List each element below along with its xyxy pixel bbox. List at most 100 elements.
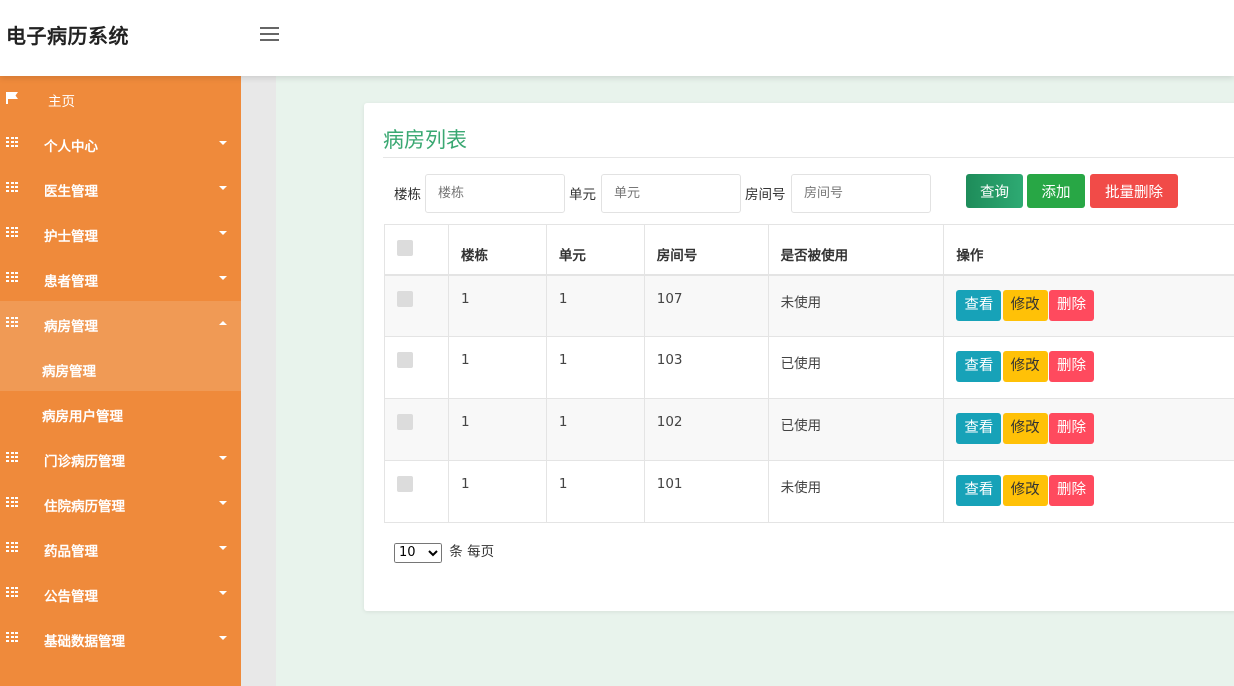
sidebar-item-inpatient-records[interactable]: 住院病历管理 [0, 481, 241, 526]
column-header: 是否被使用 [767, 224, 945, 276]
edit-button[interactable]: 修改 [1002, 475, 1048, 506]
view-button[interactable]: 查看 [956, 413, 1002, 444]
grid-icon [6, 317, 18, 327]
grid-icon [6, 137, 18, 147]
status-cell: 已使用 [767, 398, 945, 461]
page-title: 病房列表 [383, 128, 467, 152]
actions-cell: 查看 修改 删除 [943, 460, 1234, 523]
edit-button[interactable]: 修改 [1002, 413, 1048, 444]
page-size-select[interactable]: 10 [394, 542, 442, 563]
app-title: 电子病历系统 [6, 24, 129, 48]
sidebar-item-home[interactable]: 主页 [0, 76, 241, 121]
sidebar-gutter [241, 76, 276, 686]
sidebar-item-base-data[interactable]: 基础数据管理 [0, 616, 241, 661]
sidebar-subitem-label: 病房用户管理 [42, 409, 123, 425]
query-button[interactable]: 查询 [966, 174, 1023, 208]
sidebar-item-medicines[interactable]: 药品管理 [0, 526, 241, 571]
status-cell: 未使用 [767, 274, 945, 337]
table-row: 1 1 102 已使用 查看 修改 删除 [384, 398, 1234, 461]
row-checkbox[interactable] [397, 476, 413, 492]
sidebar-item-label: 医生管理 [44, 184, 98, 200]
sidebar-item-wards[interactable]: 病房管理 [0, 301, 241, 346]
table-row: 1 1 101 未使用 查看 修改 删除 [384, 460, 1234, 523]
column-header: 单元 [545, 224, 645, 276]
flag-icon [6, 92, 19, 104]
unit-cell: 1 [545, 274, 645, 337]
ward-list-card: 病房列表 楼栋 单元 房间号 查询 添加 批量删除 楼栋 单元 房间号 是否被使… [364, 103, 1234, 611]
unit-input[interactable] [601, 174, 741, 213]
sidebar-item-personal-center[interactable]: 个人中心 [0, 121, 241, 166]
title-divider [383, 157, 1234, 158]
sidebar-item-label: 个人中心 [44, 139, 98, 155]
unit-cell: 1 [545, 398, 645, 461]
actions-cell: 查看 修改 删除 [943, 336, 1234, 399]
sidebar-subitem-ward-management[interactable]: 病房管理 [0, 346, 241, 391]
status-cell: 已使用 [767, 336, 945, 399]
select-all-cell [384, 224, 449, 276]
unit-filter-label: 单元 [569, 187, 596, 203]
caret-down-icon [219, 546, 227, 550]
room-input[interactable] [791, 174, 931, 213]
sidebar-item-outpatient-records[interactable]: 门诊病历管理 [0, 436, 241, 481]
caret-down-icon [219, 456, 227, 460]
unit-cell: 1 [545, 336, 645, 399]
sidebar-item-label: 住院病历管理 [44, 499, 125, 515]
ward-table: 楼栋 单元 房间号 是否被使用 操作 1 1 107 未使用 查看 修改 删除 [384, 224, 1234, 523]
column-header: 房间号 [643, 224, 769, 276]
hamburger-menu-icon[interactable] [260, 27, 279, 41]
room-cell: 101 [643, 460, 769, 523]
sidebar-item-announcements[interactable]: 公告管理 [0, 571, 241, 616]
caret-down-icon [219, 501, 227, 505]
sidebar-item-label: 病房管理 [44, 319, 98, 335]
batch-delete-button[interactable]: 批量删除 [1090, 174, 1178, 208]
caret-down-icon [219, 186, 227, 190]
edit-button[interactable]: 修改 [1002, 351, 1048, 382]
grid-icon [6, 497, 18, 507]
select-all-checkbox[interactable] [397, 240, 413, 256]
grid-icon [6, 632, 18, 642]
sidebar-item-patients[interactable]: 患者管理 [0, 256, 241, 301]
delete-button[interactable]: 删除 [1048, 413, 1094, 444]
caret-down-icon [219, 636, 227, 640]
delete-button[interactable]: 删除 [1048, 289, 1094, 321]
sidebar-subitem-ward-users[interactable]: 病房用户管理 [0, 391, 241, 436]
sidebar-item-label: 公告管理 [44, 589, 98, 605]
add-button[interactable]: 添加 [1027, 174, 1085, 208]
row-checkbox[interactable] [397, 352, 413, 368]
room-cell: 102 [643, 398, 769, 461]
page-size-suffix: 条 每页 [449, 544, 495, 560]
row-checkbox[interactable] [397, 290, 413, 307]
sidebar-item-label: 患者管理 [44, 274, 98, 290]
grid-icon [6, 542, 18, 552]
sidebar-item-label: 护士管理 [44, 229, 98, 245]
delete-button[interactable]: 删除 [1048, 351, 1094, 382]
table-row: 1 1 107 未使用 查看 修改 删除 [384, 274, 1234, 337]
sidebar-item-label: 门诊病历管理 [44, 454, 125, 470]
grid-icon [6, 227, 18, 237]
sidebar-item-doctors[interactable]: 医生管理 [0, 166, 241, 211]
view-button[interactable]: 查看 [956, 289, 1002, 321]
actions-cell: 查看 修改 删除 [943, 274, 1234, 337]
sidebar-item-label: 基础数据管理 [44, 634, 125, 650]
delete-button[interactable]: 删除 [1048, 475, 1094, 506]
sidebar-item-nurses[interactable]: 护士管理 [0, 211, 241, 256]
sidebar-item-label: 药品管理 [44, 544, 98, 560]
view-button[interactable]: 查看 [956, 475, 1002, 506]
grid-icon [6, 452, 18, 462]
row-checkbox[interactable] [397, 414, 413, 430]
status-cell: 未使用 [767, 460, 945, 523]
building-input[interactable] [425, 174, 565, 213]
top-header: 电子病历系统 [0, 0, 1234, 76]
column-header: 操作 [943, 224, 1234, 276]
view-button[interactable]: 查看 [956, 351, 1002, 382]
grid-icon [6, 272, 18, 282]
pagination: 10 条 每页 [394, 540, 494, 563]
unit-cell: 1 [545, 460, 645, 523]
sidebar-subitem-label: 病房管理 [42, 364, 96, 380]
room-filter-label: 房间号 [745, 187, 786, 203]
building-cell: 1 [447, 398, 547, 461]
grid-icon [6, 182, 18, 192]
building-filter-label: 楼栋 [394, 187, 421, 203]
edit-button[interactable]: 修改 [1002, 289, 1048, 321]
table-header-row: 楼栋 单元 房间号 是否被使用 操作 [384, 224, 1234, 276]
